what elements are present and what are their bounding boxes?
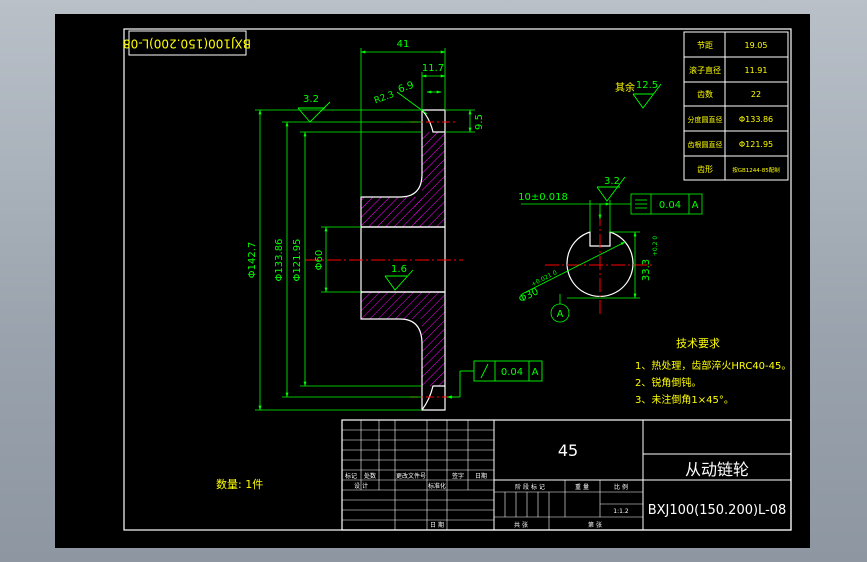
rest-roughness-value: 12.5	[636, 80, 658, 91]
part-name-text: 从动链轮	[685, 460, 749, 479]
param-name: 齿根圆直径	[688, 140, 723, 149]
hatched-hub-upper	[361, 197, 422, 227]
keyway-view: 3.2 10±0.018 0.04 A 33.3 +0.2 0 Φ30 +0.0…	[517, 176, 703, 323]
title-row: 设 计	[354, 482, 368, 490]
title-block: 标记 处数 更改文件号 签字 日期 设 计 标准化 日 期 45 从动链轮 BX…	[341, 419, 792, 531]
section-view: 41 11.7 6.9 R2.3 9.5 Φ142.7 Φ133.86 Φ121…	[247, 39, 543, 411]
dim-phi142-7: Φ142.7	[247, 242, 258, 279]
param-value: Φ133.86	[739, 115, 773, 124]
bore-dim: Φ30	[517, 286, 540, 305]
title-row: 标准化	[428, 482, 446, 490]
material-text: 45	[558, 441, 578, 460]
dim-6-9: 6.9	[397, 80, 416, 96]
param-name: 滚子直径	[689, 65, 721, 75]
note-item: 3、未注倒角1×45°。	[635, 393, 734, 406]
dim-11-7: 11.7	[422, 63, 444, 74]
drawing-canvas[interactable]: BXJ100(150.200)L-08 41 11.7 6.9 R2.3 9.5…	[55, 14, 810, 548]
dim-phi133-86: Φ133.86	[274, 239, 285, 282]
approve-label: 共 张	[514, 521, 528, 529]
roughness-symbol-3-2	[297, 101, 331, 123]
dim-r2-3: R2.3	[373, 90, 396, 106]
cad-viewport[interactable]: BXJ100(150.200)L-08 41 11.7 6.9 R2.3 9.5…	[0, 0, 867, 562]
weight-label: 重 量	[575, 483, 589, 491]
runout-datum: A	[532, 367, 539, 378]
dim-phi60: Φ60	[314, 250, 325, 271]
title-hdr: 处数	[364, 472, 376, 480]
sheet-border	[123, 28, 792, 531]
notes-title: 技术要求	[676, 337, 720, 350]
param-value: 11.91	[745, 66, 768, 75]
symmetry-value: 0.04	[659, 200, 681, 211]
symmetry-datum: A	[692, 200, 699, 211]
runout-value: 0.04	[501, 367, 523, 378]
title-hdr: 日期	[475, 472, 487, 480]
title-hdr: 签字	[452, 472, 464, 480]
roughness-3-2-text: 3.2	[303, 94, 319, 105]
dim-9-5: 9.5	[474, 114, 485, 130]
keyway-depth-dim: 33.3	[641, 259, 652, 281]
parameter-table: 节距 19.05 滚子直径 11.91 齿数 22 分度圆直径 Φ133.86 …	[683, 31, 789, 181]
runout-frame	[446, 360, 543, 399]
dim-phi121-95: Φ121.95	[292, 239, 303, 282]
note-item: 2、锐角倒钝。	[635, 376, 701, 389]
title-hdr: 更改文件号	[396, 472, 426, 480]
param-value: Φ121.95	[739, 140, 773, 149]
drawing-number-text: BXJ100(150.200)L-08	[648, 503, 787, 518]
upside-code-box: BXJ100(150.200)L-08	[123, 30, 251, 56]
hatched-hub-lower	[361, 292, 445, 319]
scale-label: 比 例	[614, 483, 628, 491]
sheet-label: 第 张	[588, 521, 602, 529]
param-name: 齿形	[697, 165, 713, 174]
bore-tol: +0.021 0	[530, 269, 558, 288]
quantity-text: 数量: 1件	[216, 478, 263, 491]
keyway-width-dim: 10±0.018	[518, 192, 568, 203]
hatched-web-upper	[414, 132, 445, 227]
title-hdr: 标记	[345, 472, 357, 480]
upside-code-text: BXJ100(150.200)L-08	[123, 37, 251, 51]
param-value: 19.05	[745, 41, 768, 50]
title-date-label: 日 期	[430, 521, 444, 529]
hatched-web-lower	[422, 319, 445, 386]
roughness-1-6-text: 1.6	[391, 264, 407, 275]
dim-41: 41	[397, 39, 410, 50]
drawing-svg: BXJ100(150.200)L-08 41 11.7 6.9 R2.3 9.5…	[123, 28, 792, 531]
datum-a-label: A	[557, 309, 564, 320]
param-name: 分度圆直径	[688, 115, 723, 124]
param-name: 齿数	[697, 89, 713, 99]
note-item: 1、热处理，齿部淬火HRC40-45。	[635, 359, 791, 372]
technical-requirements: 技术要求 1、热处理，齿部淬火HRC40-45。 2、锐角倒钝。 3、未注倒角1…	[635, 337, 791, 406]
scale-value: 1:1.2	[613, 508, 629, 515]
keyway-roughness-text: 3.2	[604, 176, 620, 187]
param-value: 22	[751, 90, 761, 99]
param-value: 按GB1244-85配制	[732, 166, 780, 174]
keyway-depth-tol: +0.2 0	[652, 236, 659, 256]
param-name: 节距	[697, 41, 713, 50]
rest-roughness-label: 其余	[615, 81, 635, 94]
stage-label: 阶 段 标 记	[515, 483, 545, 491]
